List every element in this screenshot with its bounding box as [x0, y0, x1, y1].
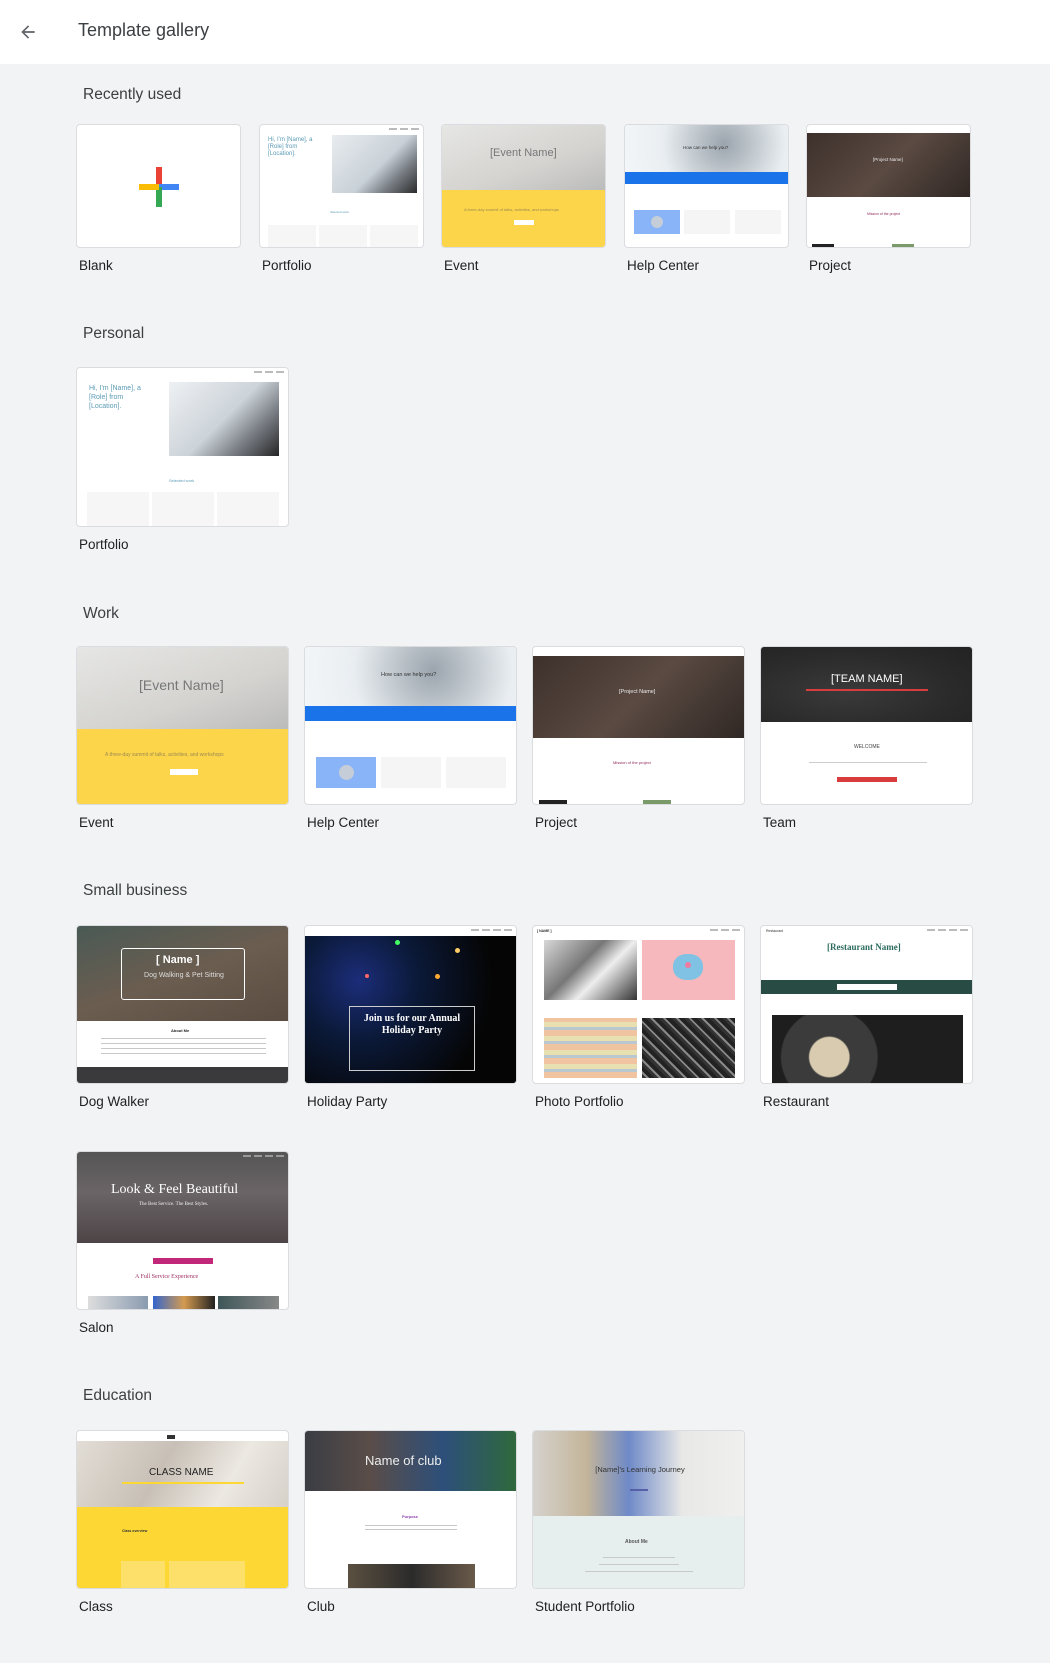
section-title-education: Education	[83, 1387, 152, 1404]
preview-section: About Me	[171, 1028, 190, 1033]
template-card-help-center[interactable]: How can we help you?	[624, 124, 789, 248]
template-card-event[interactable]: [Event Name] A three-day summit of talks…	[76, 646, 289, 805]
preview-sub: Mission of the project	[867, 212, 901, 216]
template-label: Blank	[79, 258, 113, 273]
arrow-left-icon	[21, 25, 35, 39]
template-card-restaurant[interactable]: Restaurant [Restaurant Name]	[760, 925, 973, 1084]
template-card-project[interactable]: [Project Name] Mission of the project	[532, 646, 745, 805]
template-card-student-portfolio[interactable]: [Name]'s Learning Journey About Me	[532, 1430, 745, 1589]
template-card-club[interactable]: Name of club Purpose	[304, 1430, 517, 1589]
template-card-portfolio[interactable]: Hi, I'm [Name], a [Role] from [Location]…	[259, 124, 424, 248]
back-button[interactable]	[12, 16, 44, 48]
template-card-help-center[interactable]: How can we help you?	[304, 646, 517, 805]
preview-heading: [ NAME ]	[537, 929, 552, 933]
preview-heading: Join us for our Annual Holiday Party	[363, 1013, 461, 1036]
section-title-recently-used: Recently used	[83, 86, 182, 103]
preview-photo	[169, 382, 279, 456]
section-title-work: Work	[83, 605, 119, 622]
preview-section: A Full Service Experience	[135, 1274, 199, 1280]
section-title-personal: Personal	[83, 325, 145, 342]
preview-heading: [Event Name]	[490, 147, 557, 159]
template-label: Project	[535, 815, 578, 830]
preview-nav	[389, 128, 419, 130]
template-card-holiday-party[interactable]: Join us for our Annual Holiday Party	[304, 925, 517, 1084]
template-label: Event	[79, 815, 114, 830]
preview-sub: About Me	[625, 1539, 648, 1545]
preview-heading: How can we help you?	[381, 672, 437, 678]
template-label: Portfolio	[79, 537, 129, 552]
preview-heading: [Name]'s Learning Journey	[595, 1465, 685, 1474]
preview-photo	[332, 135, 417, 193]
preview-heading: [Project Name]	[619, 689, 656, 695]
preview-heading: [ Name ]	[156, 954, 200, 966]
template-label: Salon	[79, 1320, 114, 1335]
preview-heading: Look & Feel Beautiful	[111, 1182, 239, 1197]
preview-sub: Mission of the project	[613, 760, 651, 765]
template-card-event[interactable]: [Event Name] A three-day summit of talks…	[441, 124, 606, 248]
preview-sub: A three-day summit of talks, activities,…	[464, 207, 559, 212]
preview-heading: [TEAM NAME]	[831, 673, 903, 685]
template-label: Holiday Party	[307, 1094, 388, 1109]
template-card-project[interactable]: [Project Name] Mission of the project	[806, 124, 971, 248]
preview-sub: Class overview	[122, 1529, 148, 1533]
preview-sub: The Best Service. The Best Styles.	[139, 1202, 209, 1207]
template-label: Help Center	[307, 815, 380, 830]
template-label: Dog Walker	[79, 1094, 150, 1109]
preview-sub: A three-day summit of talks, activities,…	[105, 752, 224, 758]
preview-nav-title: Restaurant	[766, 929, 784, 933]
template-label: Help Center	[627, 258, 700, 273]
page-title: Template gallery	[78, 20, 210, 40]
template-label: Project	[809, 258, 852, 273]
preview-heading: [Project Name]	[873, 157, 903, 162]
plus-icon	[139, 167, 179, 207]
template-card-salon[interactable]: Look & Feel Beautiful The Best Service. …	[76, 1151, 289, 1310]
template-label: Team	[763, 815, 797, 830]
template-label: Student Portfolio	[535, 1599, 635, 1614]
template-label: Portfolio	[262, 258, 312, 273]
template-label: Class	[79, 1599, 113, 1614]
top-bar: Template gallery	[0, 0, 1050, 64]
template-card-blank[interactable]	[76, 124, 241, 248]
preview-nav	[927, 929, 968, 931]
preview-sub: Selected work	[169, 478, 195, 483]
preview-sub: Dog Walking & Pet Sitting	[144, 972, 224, 979]
template-label: Club	[307, 1599, 335, 1614]
preview-nav	[471, 929, 512, 931]
preview-heading: CLASS NAME	[149, 1467, 214, 1478]
preview-sub: Selected work	[330, 210, 349, 214]
template-card-photo-portfolio[interactable]: [ NAME ]	[532, 925, 745, 1084]
template-label: Event	[444, 258, 479, 273]
preview-heading: [Event Name]	[139, 677, 224, 693]
preview-heading: [Restaurant Name]	[827, 942, 901, 952]
preview-nav	[710, 929, 740, 931]
template-label: Restaurant	[763, 1094, 830, 1109]
preview-sub: Purpose	[402, 1514, 419, 1519]
preview-sub: WELCOME	[854, 744, 880, 750]
preview-heading: Hi, I'm [Name], a [Role] from [Location]…	[268, 137, 313, 157]
preview-nav	[243, 1155, 284, 1157]
section-title-small-business: Small business	[83, 882, 188, 899]
preview-heading: Hi, I'm [Name], a [Role] from [Location]…	[89, 385, 141, 410]
preview-heading: Name of club	[365, 1453, 442, 1468]
template-card-class[interactable]: CLASS NAME Class overview	[76, 1430, 289, 1589]
template-label: Photo Portfolio	[535, 1094, 624, 1109]
template-card-team[interactable]: [TEAM NAME] WELCOME	[760, 646, 973, 805]
template-card-dog-walker[interactable]: [ Name ] Dog Walking & Pet Sitting About…	[76, 925, 289, 1084]
preview-nav	[254, 371, 284, 373]
preview-heading: How can we help you?	[683, 145, 729, 150]
template-card-portfolio[interactable]: Hi, I'm [Name], a [Role] from [Location]…	[76, 367, 289, 527]
